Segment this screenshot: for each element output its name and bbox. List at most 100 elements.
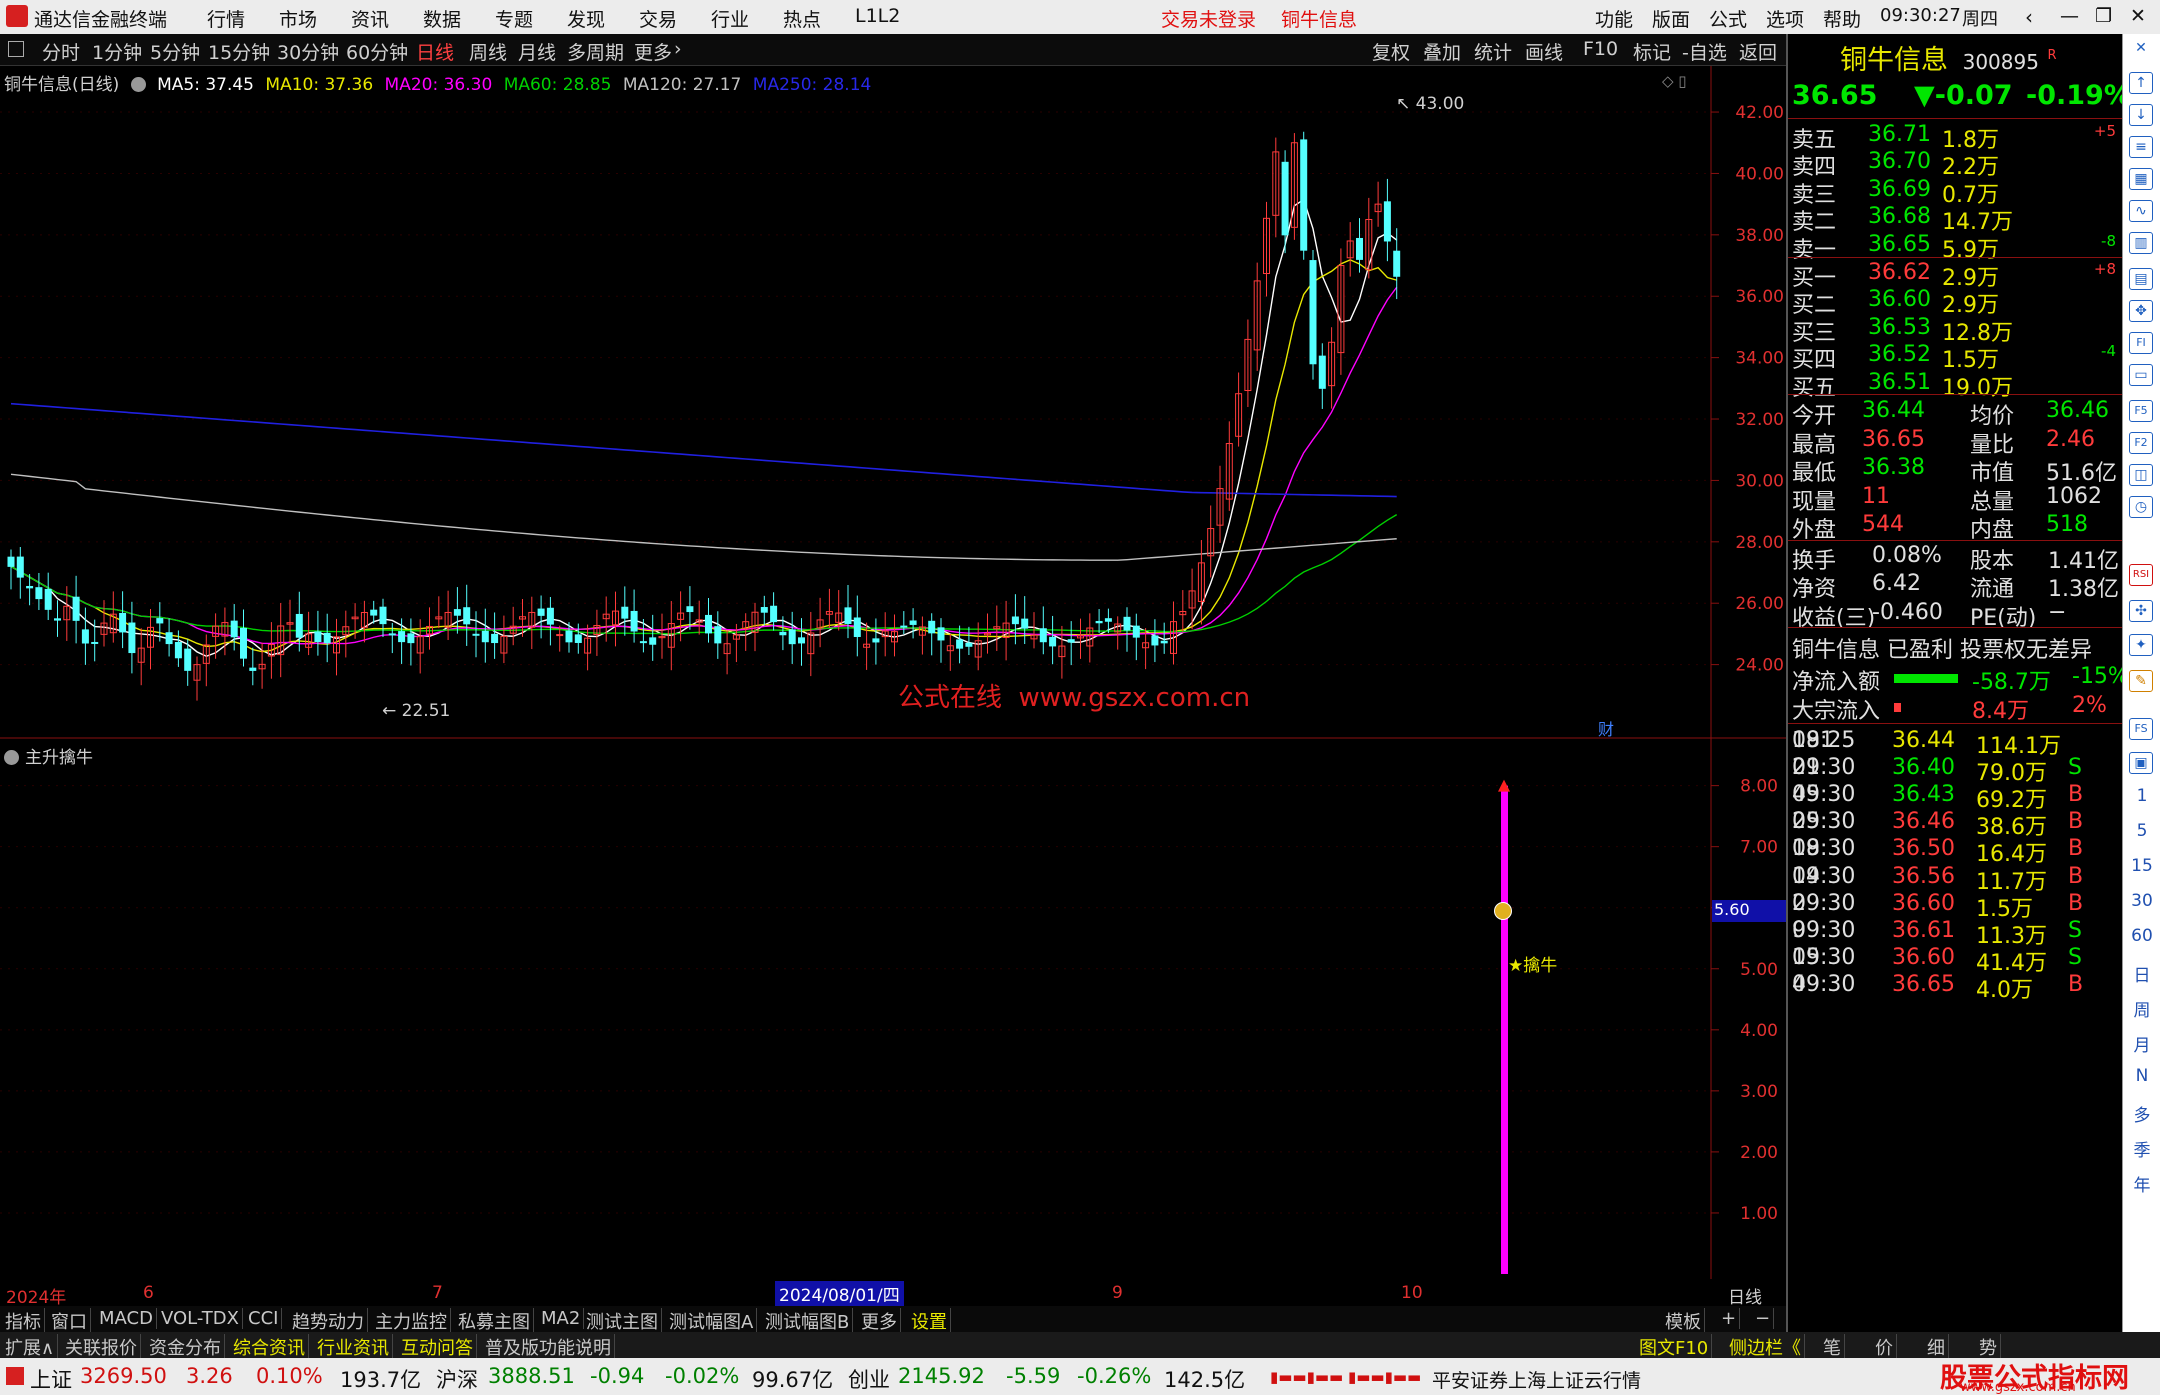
period-shortcut[interactable]: 30	[2123, 891, 2160, 911]
tool-f10[interactable]: F10	[1583, 38, 1618, 60]
tab-composite-news[interactable]: 综合资讯	[230, 1334, 309, 1360]
tab-fund-dist[interactable]: 资金分布	[146, 1334, 225, 1360]
panel-toggle-icon[interactable]	[8, 41, 24, 57]
kline-icon[interactable]: ▥	[2129, 232, 2153, 254]
add-button[interactable]: +	[1718, 1308, 1741, 1329]
menu-help[interactable]: 帮助	[1823, 5, 1861, 32]
period-shortcut[interactable]: 季	[2123, 1136, 2160, 1161]
tool-stats[interactable]: 统计	[1474, 38, 1512, 65]
tool-fuquan[interactable]: 复权	[1372, 38, 1410, 65]
tab-price[interactable]: 价	[1872, 1334, 1897, 1360]
arrow-up-icon[interactable]: ↑	[2129, 72, 2153, 94]
period-15min[interactable]: 15分钟	[208, 38, 270, 65]
remove-button[interactable]: −	[1752, 1308, 1775, 1329]
back-icon[interactable]: ‹	[2025, 5, 2033, 29]
index-sh-name[interactable]: 上证	[30, 1364, 72, 1394]
tag-icon[interactable]: ◫	[2129, 464, 2153, 486]
tool-overlay[interactable]: 叠加	[1423, 38, 1461, 65]
period-weekly[interactable]: 周线	[469, 38, 507, 65]
grid-icon[interactable]: ▦	[2129, 168, 2153, 190]
tab-test-main[interactable]: 测试主图	[583, 1308, 662, 1334]
restore-icon[interactable]: ❐	[2095, 5, 2112, 27]
tab-test-sub-a[interactable]: 测试幅图A	[666, 1308, 758, 1334]
tab-qa[interactable]: 互动问答	[398, 1334, 477, 1360]
minimize-icon[interactable]: —	[2060, 5, 2079, 27]
tab-vol-tdx[interactable]: VOL-TDX	[158, 1308, 243, 1329]
period-shortcut[interactable]: 多	[2123, 1101, 2160, 1126]
menu-hot[interactable]: 热点	[783, 5, 821, 32]
tab-basic-help[interactable]: 普及版功能说明	[482, 1334, 615, 1360]
sidebar-close-icon[interactable]: ✕	[2129, 38, 2153, 60]
menu-discover[interactable]: 发现	[567, 5, 605, 32]
fs-icon[interactable]: FS	[2129, 718, 2153, 740]
finance-badge[interactable]: 财	[1598, 716, 1614, 740]
period-shortcut[interactable]: 5	[2123, 821, 2160, 841]
close-icon[interactable]: ✕	[2130, 5, 2146, 27]
period-shortcut[interactable]: 1	[2123, 786, 2160, 806]
period-60min[interactable]: 60分钟	[346, 38, 408, 65]
period-shortcut[interactable]: 年	[2123, 1171, 2160, 1196]
tab-related-quotes[interactable]: 关联报价	[62, 1334, 141, 1360]
tab-window[interactable]: 窗口	[48, 1308, 91, 1334]
tab-test-sub-b[interactable]: 测试幅图B	[762, 1308, 854, 1334]
tab-indicator[interactable]: 指标	[2, 1308, 45, 1334]
period-shortcut[interactable]: 60	[2123, 926, 2160, 946]
chart-image-icon[interactable]: ▣	[2129, 752, 2153, 774]
menu-function[interactable]: 功能	[1595, 5, 1633, 32]
tab-settings[interactable]: 设置	[908, 1308, 951, 1334]
indicator-chart[interactable]: 1.002.003.004.005.006.007.008.00 主升擒牛 5.…	[0, 739, 1786, 1279]
tool-back[interactable]: 返回	[1739, 38, 1777, 65]
menu-news[interactable]: 资讯	[351, 5, 389, 32]
kline-svg[interactable]: 24.00 26.00 28.00 30.00 32.00 34.00 36.00 38.00…	[0, 66, 1786, 739]
period-shortcut[interactable]: 日	[2123, 961, 2160, 986]
period-more[interactable]: 更多	[634, 38, 672, 65]
arrow-down-icon[interactable]: ↓	[2129, 104, 2153, 126]
period-shortcut[interactable]: 周	[2123, 996, 2160, 1021]
index-cy-name[interactable]: 创业	[848, 1364, 890, 1394]
pen-icon[interactable]: ✎	[2129, 670, 2153, 692]
period-fenshi[interactable]: 分时	[42, 38, 80, 65]
indicator-svg[interactable]: 1.002.003.004.005.006.007.008.00	[0, 739, 1786, 1279]
tool-mark[interactable]: 标记	[1633, 38, 1671, 65]
menu-quote[interactable]: 行情	[207, 5, 245, 32]
period-monthly[interactable]: 月线	[518, 38, 556, 65]
tab-more[interactable]: 更多	[858, 1308, 901, 1334]
news-icon[interactable]: ▤	[2129, 268, 2153, 290]
menu-industry[interactable]: 行业	[711, 5, 749, 32]
tab-ma2[interactable]: MA2	[538, 1308, 585, 1329]
clock-icon[interactable]: ◷	[2129, 496, 2153, 518]
list-icon[interactable]: ≡	[2129, 136, 2153, 158]
period-shortcut[interactable]: 月	[2123, 1031, 2160, 1056]
tool-draw[interactable]: 画线	[1525, 38, 1563, 65]
period-30min[interactable]: 30分钟	[277, 38, 339, 65]
chevron-right-icon[interactable]: ›	[674, 38, 682, 60]
menu-market[interactable]: 市场	[279, 5, 317, 32]
tab-bi[interactable]: 笔	[1820, 1334, 1845, 1360]
f5-icon[interactable]: F5	[2129, 400, 2153, 422]
settings-icon[interactable]	[130, 77, 146, 92]
rsi-icon[interactable]: RSI	[2129, 564, 2153, 586]
tab-private-main[interactable]: 私募主图	[455, 1308, 534, 1334]
menu-formula[interactable]: 公式	[1709, 5, 1747, 32]
move-icon[interactable]: ✥	[2129, 300, 2153, 322]
period-shortcut[interactable]: 15	[2123, 856, 2160, 876]
period-daily[interactable]: 日线	[416, 38, 454, 65]
period-5min[interactable]: 5分钟	[150, 38, 200, 65]
indicator-settings-icon[interactable]	[4, 750, 19, 765]
tab-f10-graphic[interactable]: 图文F10	[1636, 1334, 1713, 1360]
chart-zoom-icons[interactable]: ◇ ▯	[1662, 72, 1687, 90]
tab-macd[interactable]: MACD	[96, 1308, 157, 1329]
puzzle-icon[interactable]: ✣	[2129, 600, 2153, 622]
tab-trend-power[interactable]: 趋势动力	[289, 1308, 368, 1334]
period-shortcut[interactable]: N	[2123, 1066, 2160, 1086]
template-button[interactable]: 模板	[1662, 1308, 1705, 1334]
tool-watchlist[interactable]: -自选	[1682, 38, 1727, 65]
menu-options[interactable]: 选项	[1766, 5, 1804, 32]
f10-icon[interactable]: FI	[2129, 332, 2153, 354]
tab-cci[interactable]: CCI	[245, 1308, 283, 1329]
menu-l1l2[interactable]: L1L2	[855, 5, 900, 27]
tab-expand[interactable]: 扩展∧	[2, 1334, 59, 1360]
menu-layout[interactable]: 版面	[1652, 5, 1690, 32]
menu-data[interactable]: 数据	[423, 5, 461, 32]
tab-main-monitor[interactable]: 主力监控	[372, 1308, 451, 1334]
